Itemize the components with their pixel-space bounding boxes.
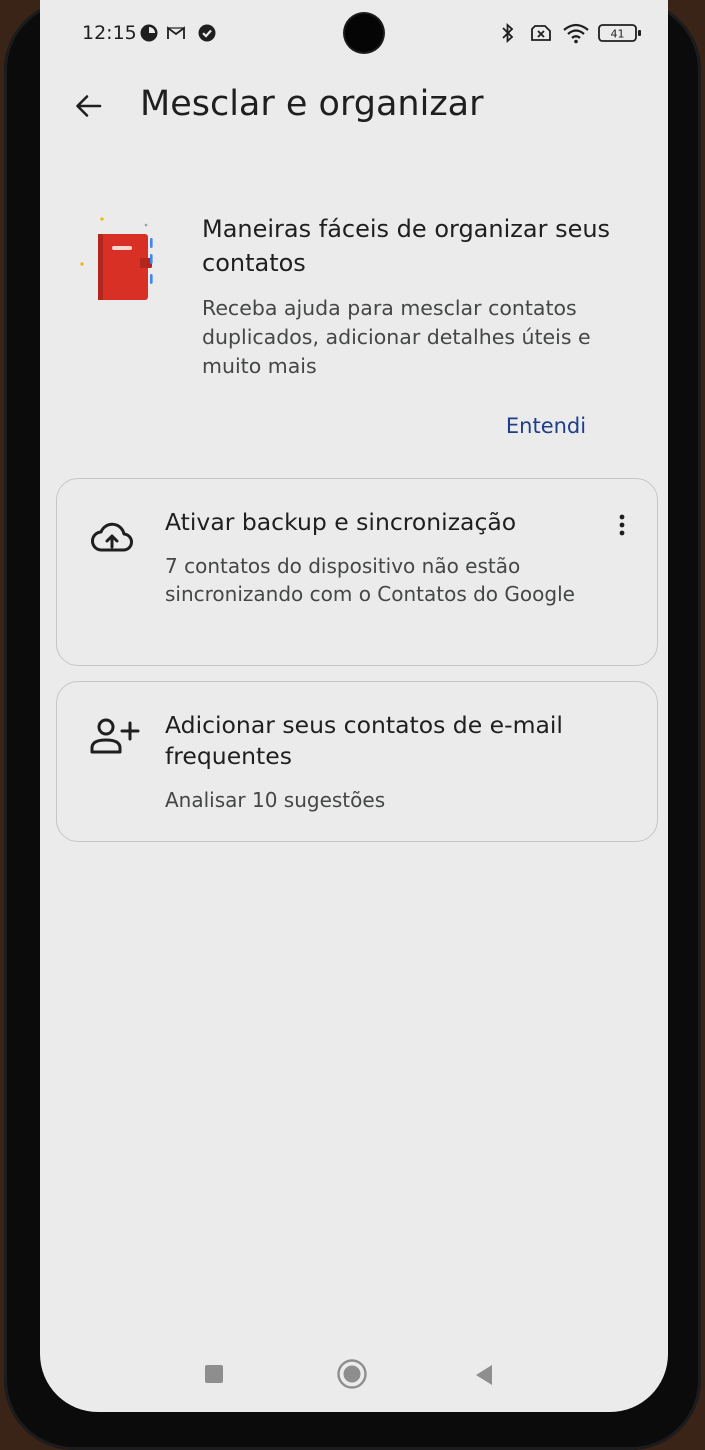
no-sim-icon: [531, 25, 551, 41]
suggestion-card-title: Adicionar seus contatos de e-mail freque…: [165, 711, 563, 770]
home-circle-icon[interactable]: [336, 1358, 368, 1390]
more-options-button[interactable]: [607, 507, 637, 543]
phone-frame: 12:15 41 Mesclar e organizar Maneiras fá…: [4, 0, 701, 1450]
recents-square-icon[interactable]: [204, 1364, 224, 1384]
status-time: 12:15: [82, 22, 137, 44]
arrow-back-icon: [76, 95, 102, 117]
promo-body: Receba ajuda para mesclar contatos dupli…: [202, 296, 591, 378]
data-saver-icon: [140, 24, 158, 42]
back-button[interactable]: [68, 86, 108, 126]
email-contacts-suggestion-card[interactable]: Adicionar seus contatos de e-mail freque…: [56, 681, 658, 842]
more-vert-icon: [619, 514, 625, 536]
front-camera: [345, 14, 383, 52]
back-triangle-icon[interactable]: [474, 1364, 494, 1386]
backup-sync-card[interactable]: Ativar backup e sincronização 7 contatos…: [56, 478, 658, 666]
promo-title: Maneiras fáceis de organizar seus contat…: [202, 215, 611, 277]
dismiss-button[interactable]: Entendi: [486, 408, 606, 444]
bluetooth-icon: [502, 22, 514, 44]
screen: 12:15 41 Mesclar e organizar Maneiras fá…: [40, 0, 668, 1412]
backup-card-title: Ativar backup e sincronização: [165, 508, 517, 536]
battery-level: 41: [611, 28, 625, 41]
battery-icon: 41: [598, 24, 641, 42]
person-add-icon: [90, 718, 140, 754]
wifi-icon: [563, 23, 589, 44]
check-circle-icon: [198, 24, 216, 42]
contact-book-illustration: [80, 217, 153, 300]
suggestion-card-subtitle: Analisar 10 sugestões: [165, 788, 386, 812]
cloud-upload-icon: [91, 522, 133, 552]
gmail-icon: [167, 26, 185, 39]
system-nav-bar: [40, 1346, 668, 1406]
status-bar: 12:15 41: [40, 0, 668, 64]
page-title: Mesclar e organizar: [140, 84, 484, 124]
backup-card-subtitle: 7 contatos do dispositivo não estão sinc…: [165, 554, 575, 606]
